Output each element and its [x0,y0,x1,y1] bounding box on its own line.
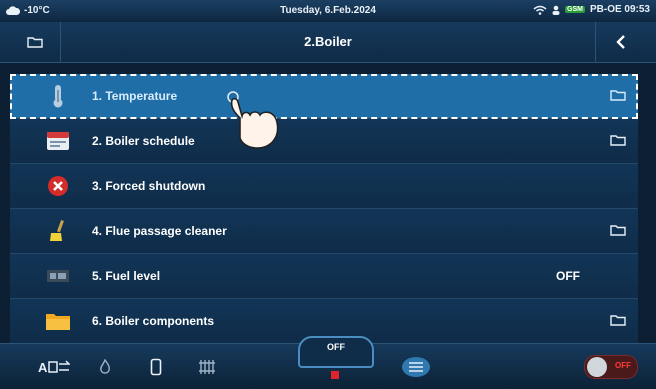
menu-item-label: 6. Boiler components [92,314,215,328]
toggle-knob [587,357,607,377]
page-title: 2.Boiler [304,34,352,49]
folder-icon [610,135,626,146]
radiator-icon [199,360,215,374]
calendar-icon [40,128,76,154]
water-tank-icon [150,358,162,376]
wifi-icon [533,5,547,15]
auto-mode-icon: A [38,360,70,374]
folder-icon [610,225,626,236]
menu-item-label: 4. Flue passage cleaner [92,224,227,238]
menu-item-forced-shutdown[interactable]: 3. Forced shutdown [10,164,638,209]
fuel-gauge-icon [40,263,76,289]
status-bar: -10°C Tuesday, 6.Feb.2024 GSM PB-OE 09:5… [0,0,656,22]
menu-item-fuel-level[interactable]: 5. Fuel level OFF [10,254,638,299]
tank-button[interactable] [146,354,166,380]
folder-icon [610,90,626,101]
svg-text:A: A [38,360,48,374]
clock-text: PB-OE 09:53 [589,4,650,15]
brush-icon [40,218,76,244]
menu-item-label: 3. Forced shutdown [92,179,206,193]
stop-x-icon [40,173,76,199]
menu-button[interactable] [396,354,436,380]
folder-icon [40,308,76,334]
thermometer-icon [40,83,76,109]
user-icon [552,5,560,15]
folder-icon [610,315,626,326]
pointer-hand-icon [227,91,279,149]
power-toggle[interactable]: OFF [584,355,638,379]
menu-item-label: 1. Temperature [92,89,178,103]
menu-item-label: 2. Boiler schedule [92,134,195,148]
red-led-icon [331,371,339,379]
bottom-bar: A OFF OFF [0,336,656,389]
boiler-menu-list: 1. Temperature 2. Boiler schedule 3. For… [10,74,638,344]
flame-icon [100,359,110,374]
menu-item-temperature[interactable]: 1. Temperature [10,74,638,119]
hamburger-menu-icon [402,357,430,377]
chevron-left-icon [616,35,625,49]
toggle-label: OFF [615,361,631,370]
auto-mode-button[interactable]: A [34,354,74,380]
title-bar: 2.Boiler [0,22,656,63]
mode-status-label: OFF [327,342,345,352]
menu-item-label: 5. Fuel level [92,269,161,283]
gsm-badge: GSM [565,6,585,13]
fuel-level-value: OFF [556,269,580,283]
menu-item-flue-passage-cleaner[interactable]: 4. Flue passage cleaner [10,209,638,254]
mode-status-tab[interactable]: OFF [298,336,374,368]
radiator-button[interactable] [196,354,218,380]
flame-button[interactable] [95,354,115,380]
menu-item-boiler-schedule[interactable]: 2. Boiler schedule [10,119,638,164]
status-led [330,370,340,380]
back-button[interactable] [595,22,646,62]
